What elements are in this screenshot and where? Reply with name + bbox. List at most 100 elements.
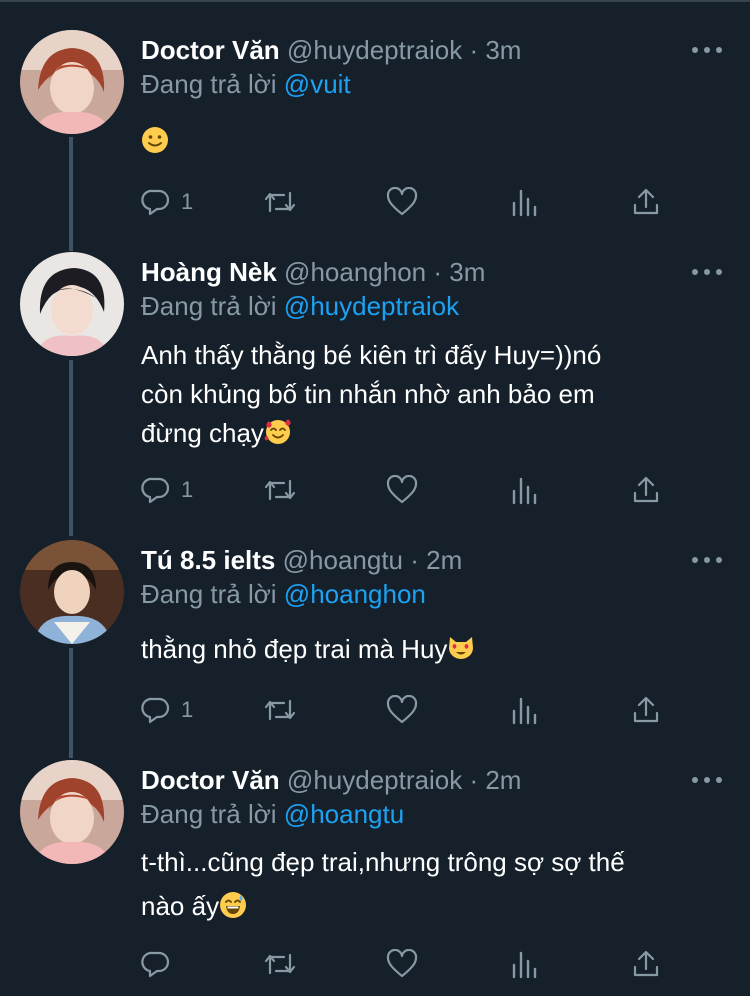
analytics-button[interactable]	[510, 470, 540, 510]
tweet-text-line: đừng chạy	[141, 414, 711, 453]
like-button[interactable]	[386, 470, 418, 510]
tweet-header: Doctor Văn @huydeptraiok · 3m	[141, 30, 690, 70]
retweet-button[interactable]	[262, 944, 298, 984]
timestamp[interactable]: 2m	[426, 545, 462, 575]
avatar[interactable]	[20, 540, 124, 644]
share-icon	[633, 696, 659, 723]
user-handle[interactable]: @hoangtu	[283, 545, 403, 575]
more-icon[interactable]	[692, 554, 722, 566]
timestamp[interactable]: 3m	[449, 257, 485, 287]
reply-button[interactable]: 1	[141, 182, 193, 222]
tweet-text-line: Anh thấy thằng bé kiên trì đấy Huy=))nó	[141, 340, 602, 370]
smiling-face-with-hearts-icon	[264, 418, 292, 446]
display-name[interactable]: Doctor Văn	[141, 35, 280, 65]
analytics-icon	[512, 951, 537, 979]
analytics-button[interactable]	[510, 182, 540, 222]
reply-count: 1	[181, 189, 194, 214]
analytics-icon	[512, 697, 537, 725]
reply-icon	[141, 951, 170, 978]
replying-to: Đang trả lời @hoangtu	[141, 796, 404, 832]
like-icon	[386, 187, 418, 216]
replying-to-label: Đang trả lời	[141, 799, 277, 829]
replying-to-label: Đang trả lời	[141, 579, 277, 609]
separator: ·	[410, 545, 419, 575]
analytics-button[interactable]	[510, 944, 540, 984]
display-name[interactable]: Hoàng Nèk	[141, 257, 277, 287]
mention-link[interactable]: @hoangtu	[284, 799, 404, 829]
tweet-text	[141, 122, 711, 161]
mention-link[interactable]: @vuit	[284, 69, 351, 99]
replying-to-label: Đang trả lời	[141, 291, 277, 321]
retweet-icon	[264, 699, 296, 721]
share-icon	[633, 188, 659, 215]
reply-icon	[141, 697, 170, 724]
timestamp[interactable]: 2m	[485, 765, 521, 795]
tweet-actions	[141, 944, 681, 984]
tweet-text-line: nào ấy	[141, 884, 711, 928]
retweet-icon	[264, 953, 296, 975]
replying-to-label: Đang trả lời	[141, 69, 277, 99]
tweet-header: Doctor Văn @huydeptraiok · 2m	[141, 760, 690, 800]
like-button[interactable]	[386, 182, 418, 222]
user-handle[interactable]: @hoanghon	[284, 257, 426, 287]
tweet-actions: 1	[141, 690, 681, 730]
retweet-button[interactable]	[262, 690, 298, 730]
reply-icon	[141, 189, 170, 216]
heart-eyes-cat-icon	[447, 634, 475, 662]
reply-button[interactable]: 1	[141, 690, 193, 730]
tweet-text-line: t-thì...cũng đẹp trai,nhưng trông sợ sợ …	[141, 847, 625, 877]
thread-connector	[69, 137, 73, 251]
share-button[interactable]	[631, 182, 661, 222]
reply-button[interactable]: 1	[141, 470, 193, 510]
like-button[interactable]	[386, 944, 418, 984]
retweet-button[interactable]	[262, 182, 298, 222]
more-icon[interactable]	[692, 266, 722, 278]
share-button[interactable]	[631, 944, 661, 984]
like-icon	[386, 475, 418, 504]
user-handle[interactable]: @huydeptraiok	[287, 765, 462, 795]
tweet-text-fragment: nào ấy	[141, 891, 220, 921]
retweet-button[interactable]	[262, 470, 298, 510]
tweet-text-fragment: đừng chạy	[141, 418, 264, 448]
user-handle[interactable]: @huydeptraiok	[287, 35, 462, 65]
display-name[interactable]: Doctor Văn	[141, 765, 280, 795]
tweet-text-line: còn khủng bố tin nhắn nhờ anh bảo em	[141, 379, 595, 409]
share-button[interactable]	[631, 690, 661, 730]
more-icon[interactable]	[692, 44, 722, 56]
tweet-text-fragment: thằng nhỏ đẹp trai mà Huy	[141, 634, 448, 664]
avatar[interactable]	[20, 760, 124, 864]
replying-to: Đang trả lời @hoanghon	[141, 576, 426, 612]
separator: ·	[469, 765, 479, 795]
share-button[interactable]	[631, 470, 661, 510]
reply-count: 1	[181, 697, 194, 722]
replying-to: Đang trả lời @huydeptraiok	[141, 288, 459, 324]
analytics-button[interactable]	[510, 690, 540, 730]
like-icon	[386, 949, 418, 978]
thread-connector	[69, 648, 73, 758]
timestamp[interactable]: 3m	[485, 35, 521, 65]
replying-to: Đang trả lời @vuit	[141, 66, 351, 102]
separator: ·	[469, 35, 479, 65]
more-icon[interactable]	[692, 774, 722, 786]
mention-link[interactable]: @huydeptraiok	[284, 291, 459, 321]
retweet-icon	[264, 191, 296, 213]
tweet-text: t-thì...cũng đẹp trai,nhưng trông sợ sợ …	[141, 840, 711, 928]
reply-button[interactable]	[141, 944, 181, 984]
tweet-text: Anh thấy thằng bé kiên trì đấy Huy=))nó …	[141, 336, 711, 453]
avatar[interactable]	[20, 252, 124, 356]
display-name[interactable]: Tú 8.5 ielts	[141, 545, 275, 575]
tweet-actions: 1	[141, 182, 681, 222]
tweet-header: Tú 8.5 ielts @hoangtu · 2m	[141, 540, 690, 580]
analytics-icon	[512, 189, 537, 217]
like-button[interactable]	[386, 690, 418, 730]
reply-thread: Doctor Văn @huydeptraiok · 3m Đang trả l…	[0, 0, 750, 996]
analytics-icon	[512, 477, 537, 505]
avatar[interactable]	[20, 30, 124, 134]
reply-icon	[141, 477, 170, 504]
tweet-text: thằng nhỏ đẹp trai mà Huy	[141, 630, 711, 669]
like-icon	[386, 695, 418, 724]
thread-connector	[69, 360, 73, 536]
mention-link[interactable]: @hoanghon	[284, 579, 426, 609]
slightly-smiling-face-icon	[141, 126, 169, 154]
reply-count: 1	[181, 477, 194, 502]
